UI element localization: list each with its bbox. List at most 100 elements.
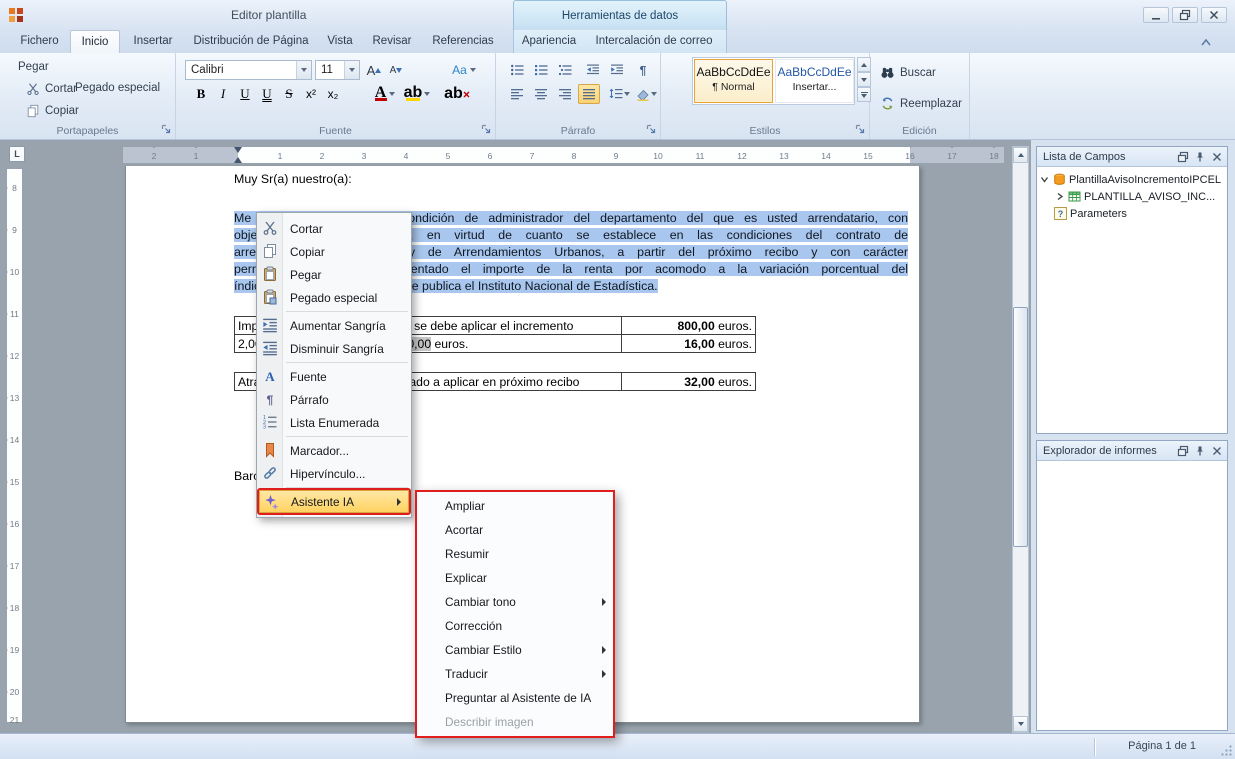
close-button[interactable] (1201, 7, 1227, 23)
find-button[interactable]: Buscar (880, 65, 936, 80)
chevron-down-icon[interactable] (296, 61, 311, 79)
pilcrow-icon: ¶ (636, 63, 650, 77)
copy-button[interactable]: Copiar (26, 104, 79, 118)
submenu-item-cambiar-tono[interactable]: Cambiar tono (417, 590, 613, 614)
numbered-list-button[interactable] (530, 60, 552, 80)
show-marks-button[interactable]: ¶ (632, 60, 654, 80)
bold-button[interactable]: B (191, 84, 211, 104)
tree-item-parameters[interactable]: ? Parameters (1039, 205, 1225, 222)
double-underline-button[interactable]: U (257, 84, 277, 104)
replace-button[interactable]: Reemplazar (880, 96, 962, 111)
cut-button[interactable]: Cortar (26, 82, 77, 96)
bullet-list-button[interactable] (506, 60, 528, 80)
vertical-ruler[interactable]: 8 9 10 11 12 13 14 15 16 17 18 19 20 21 (6, 168, 23, 723)
shrink-font-button[interactable]: A (386, 60, 406, 80)
paste-button[interactable]: Pegar (18, 61, 49, 73)
tab-revisar[interactable]: Revisar (364, 30, 420, 53)
dialog-launcher-icon[interactable] (855, 124, 866, 135)
dialog-launcher-icon[interactable] (481, 124, 492, 135)
paste-special-button[interactable]: Pegado especial (75, 82, 160, 94)
tree-item-root[interactable]: PlantillaAvisoIncrementoIPCEL (1039, 171, 1225, 188)
submenu-item-ampliar[interactable]: Ampliar (417, 494, 613, 518)
submenu-item-traducir[interactable]: Traducir (417, 662, 613, 686)
tab-fichero[interactable]: Fichero (12, 30, 67, 53)
chevron-down-icon[interactable] (344, 61, 359, 79)
tab-intercalacion[interactable]: Intercalación de correo (586, 30, 722, 53)
tree-item-table[interactable]: PLANTILLA_AVISO_INC... (1039, 188, 1225, 205)
change-case-button[interactable]: Aa (448, 60, 480, 80)
multilevel-list-button[interactable] (554, 60, 576, 80)
submenu-item-correccion[interactable]: Corrección (417, 614, 613, 638)
tab-stop-selector[interactable]: L (9, 146, 25, 162)
submenu-item-explicar[interactable]: Explicar (417, 566, 613, 590)
styles-more-button[interactable] (857, 87, 871, 102)
style-normal-tile[interactable]: AaBbCcDdEe ¶ Normal (694, 59, 773, 103)
first-line-indent-marker[interactable] (234, 147, 242, 153)
menu-item-marcador[interactable]: Marcador... (257, 439, 411, 462)
tab-referencias[interactable]: Referencias (424, 30, 502, 53)
menu-item-pegado-especial[interactable]: Pegado especial (257, 286, 411, 309)
highlight-color-button[interactable]: ab (402, 84, 432, 104)
close-icon[interactable] (1210, 444, 1224, 458)
collapse-ribbon-button[interactable] (1197, 34, 1215, 50)
menu-item-fuente[interactable]: A Fuente (257, 365, 411, 388)
document-scrollbar[interactable] (1012, 146, 1029, 733)
menu-item-parrafo[interactable]: ¶ Párrafo (257, 388, 411, 411)
font-color-button[interactable]: A (371, 84, 398, 104)
submenu-item-preguntar-asistente[interactable]: Preguntar al Asistente de IA (417, 686, 613, 710)
tab-insertar[interactable]: Insertar (124, 30, 182, 53)
dock-icon[interactable] (1176, 444, 1190, 458)
tab-inicio[interactable]: Inicio (70, 30, 120, 53)
align-center-button[interactable] (530, 84, 552, 104)
scroll-up-button[interactable] (1013, 147, 1028, 163)
align-left-button[interactable] (506, 84, 528, 104)
menu-item-copiar[interactable]: Copiar (257, 240, 411, 263)
style-insertar-tile[interactable]: AaBbCcDdEe Insertar... (775, 59, 854, 103)
dialog-launcher-icon[interactable] (161, 124, 172, 135)
scrollbar-thumb[interactable] (1013, 307, 1028, 547)
pin-icon[interactable] (1193, 150, 1207, 164)
font-name-combo[interactable]: Calibri (185, 60, 312, 80)
menu-item-lista-enumerada[interactable]: 123 Lista Enumerada (257, 411, 411, 434)
menu-item-asistente-ia[interactable]: Asistente IA (259, 490, 409, 513)
subscript-button[interactable]: x₂ (323, 84, 343, 104)
clear-formatting-button[interactable]: ab (444, 84, 470, 104)
styles-scroll-up-button[interactable] (857, 57, 871, 72)
superscript-button[interactable]: x² (301, 84, 321, 104)
grow-font-button[interactable]: A (364, 60, 384, 80)
menu-item-hipervinculo[interactable]: Hipervínculo... (257, 462, 411, 485)
chevron-down-icon[interactable] (1039, 174, 1050, 185)
increase-indent-button[interactable] (606, 60, 628, 80)
submenu-item-acortar[interactable]: Acortar (417, 518, 613, 542)
close-icon[interactable] (1210, 150, 1224, 164)
left-indent-marker[interactable] (234, 157, 242, 163)
resize-grip[interactable] (1220, 744, 1233, 757)
align-justify-button[interactable] (578, 84, 600, 104)
chevron-right-icon[interactable] (1054, 191, 1065, 202)
menu-item-cortar[interactable]: Cortar (257, 217, 411, 240)
styles-scroll-down-button[interactable] (857, 72, 871, 87)
minimize-button[interactable] (1143, 7, 1169, 23)
submenu-item-resumir[interactable]: Resumir (417, 542, 613, 566)
underline-button[interactable]: U (235, 84, 255, 104)
restore-button[interactable] (1172, 7, 1198, 23)
align-right-button[interactable] (554, 84, 576, 104)
decrease-indent-button[interactable] (582, 60, 604, 80)
menu-item-aumentar-sangria[interactable]: Aumentar Sangría (257, 314, 411, 337)
menu-item-pegar[interactable]: Pegar (257, 263, 411, 286)
italic-button[interactable]: I (213, 84, 233, 104)
menu-item-disminuir-sangria[interactable]: Disminuir Sangría (257, 337, 411, 360)
dialog-launcher-icon[interactable] (646, 124, 657, 135)
horizontal-ruler[interactable]: 2 1 1 2 3 4 5 6 7 8 9 10 11 12 13 14 15 … (122, 146, 1005, 164)
shading-button[interactable] (634, 84, 659, 104)
tab-apariencia[interactable]: Apariencia (516, 30, 582, 53)
tab-distribucion[interactable]: Distribución de Página (186, 30, 316, 53)
scroll-down-button[interactable] (1013, 716, 1028, 732)
tab-vista[interactable]: Vista (318, 30, 362, 53)
font-size-combo[interactable]: 11 (315, 60, 360, 80)
line-spacing-button[interactable] (606, 84, 633, 104)
strikethrough-button[interactable]: S (279, 84, 299, 104)
pin-icon[interactable] (1193, 444, 1207, 458)
submenu-item-cambiar-estilo[interactable]: Cambiar Estilo (417, 638, 613, 662)
dock-icon[interactable] (1176, 150, 1190, 164)
